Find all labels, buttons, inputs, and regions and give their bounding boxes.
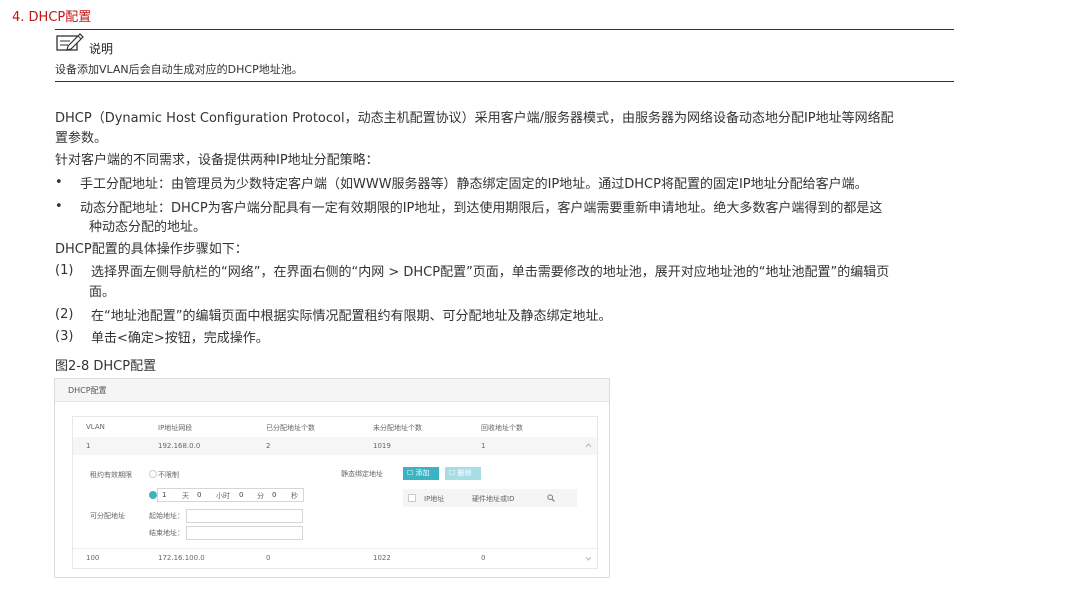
start-address-label: 起始地址： — [149, 512, 184, 520]
row-allocated: 2 — [266, 442, 271, 450]
bullet-2-line-1: 动态分配地址：DHCP为客户端分配具有一定有效期限的IP地址，到达使用期限后，客… — [80, 201, 883, 216]
lease-seconds-value: 0 — [272, 491, 277, 499]
address-pool-table: VLAN IP地址网段 已分配地址个数 未分配地址个数 回收地址个数 1 192… — [72, 416, 598, 569]
table-row[interactable]: 100 172.16.100.0 0 1022 0 — [73, 548, 597, 569]
row-vlan: 1 — [86, 442, 91, 450]
lease-hours-value: 0 — [197, 491, 202, 499]
note-pencil-icon — [56, 33, 84, 51]
row-vlan: 100 — [86, 554, 100, 562]
delete-button-label: 删除 — [457, 469, 472, 477]
steps-intro: DHCP配置的具体操作步骤如下： — [55, 242, 248, 257]
row-recycled: 1 — [481, 442, 486, 450]
bullet-dot: • — [55, 175, 63, 190]
strategies-intro: 针对客户端的不同需求，设备提供两种IP地址分配策略： — [55, 153, 379, 168]
search-icon[interactable] — [547, 494, 555, 502]
add-icon: ☐ — [407, 469, 414, 477]
add-button-label: 添加 — [415, 469, 430, 477]
static-binding-label: 静态绑定地址 — [341, 470, 383, 478]
column-header: IP地址网段 — [158, 424, 193, 432]
chevron-up-icon[interactable] — [585, 443, 592, 448]
end-address-label: 结束地址： — [149, 529, 184, 537]
column-header: VLAN — [86, 423, 105, 431]
lease-days-value: 1 — [162, 491, 167, 499]
section-title: 4. DHCP配置 — [12, 10, 92, 25]
bullet-2-line-2: 种动态分配的地址。 — [89, 220, 207, 235]
minute-unit: 分 — [257, 492, 264, 500]
row-unallocated: 1022 — [373, 554, 391, 562]
note-label: 说明 — [89, 42, 114, 56]
lease-minutes-value: 0 — [239, 491, 244, 499]
intro-line-2: 置参数。 — [55, 131, 108, 146]
bullet-dot: • — [55, 199, 63, 214]
day-unit: 天 — [182, 492, 189, 500]
step-3-number: (3) — [55, 329, 74, 344]
step-1-line-2: 面。 — [89, 285, 116, 300]
unlimited-label: 不限制 — [158, 471, 179, 479]
lease-duration-field[interactable]: 1 天 0 小时 0 分 0 秒 — [157, 488, 304, 502]
panel-title: DHCP配置 — [68, 386, 107, 395]
assignable-label: 可分配地址 — [90, 512, 125, 520]
add-button[interactable]: ☐ 添加 — [403, 467, 439, 480]
dhcp-config-figure: DHCP配置 VLAN IP地址网段 已分配地址个数 未分配地址个数 回收地址个… — [54, 378, 610, 578]
column-header: IP地址 — [424, 495, 445, 503]
panel-header: DHCP配置 — [55, 379, 609, 402]
lease-label: 租约有效期限 — [90, 471, 132, 479]
unlimited-radio[interactable] — [149, 470, 157, 478]
chevron-down-icon[interactable] — [585, 556, 592, 561]
intro-line-1: DHCP（Dynamic Host Configuration Protocol… — [55, 111, 894, 126]
end-address-input[interactable] — [186, 526, 303, 540]
note-text: 设备添加VLAN后会自动生成对应的DHCP地址池。 — [55, 63, 303, 76]
step-1-line-1: 选择界面左侧导航栏的“网络”，在界面右侧的“内网 > DHCP配置”页面，单击需… — [91, 265, 890, 280]
step-2-number: (2) — [55, 307, 74, 322]
duration-radio[interactable] — [149, 491, 157, 499]
column-header: 硬件地址或ID — [472, 495, 515, 503]
column-header: 回收地址个数 — [481, 424, 523, 432]
row-allocated: 0 — [266, 554, 271, 562]
row-unallocated: 1019 — [373, 442, 391, 450]
step-2-text: 在“地址池配置”的编辑页面中根据实际情况配置租约有限期、可分配地址及静态绑定地址… — [91, 309, 612, 324]
row-network: 192.168.0.0 — [158, 442, 201, 450]
column-header: 未分配地址个数 — [373, 424, 422, 432]
note-top-divider — [55, 29, 954, 30]
second-unit: 秒 — [291, 492, 298, 500]
step-1-number: (1) — [55, 263, 74, 278]
step-3-text: 单击<确定>按钮，完成操作。 — [91, 331, 269, 346]
row-recycled: 0 — [481, 554, 486, 562]
row-network: 172.16.100.0 — [158, 554, 205, 562]
delete-button[interactable]: ☐ 删除 — [445, 467, 481, 480]
delete-icon: ☐ — [449, 469, 456, 477]
table-row[interactable]: 1 192.168.0.0 2 1019 1 — [73, 437, 597, 455]
start-address-input[interactable] — [186, 509, 303, 523]
figure-caption: 图2-8 DHCP配置 — [55, 359, 157, 374]
bullet-1-line-1: 手工分配地址：由管理员为少数特定客户端（如WWW服务器等）静态绑定固定的IP地址… — [80, 177, 868, 192]
column-header: 已分配地址个数 — [266, 424, 315, 432]
note-bottom-divider — [55, 81, 954, 82]
static-binding-table-header: IP地址 硬件地址或ID — [403, 489, 577, 507]
hour-unit: 小时 — [216, 492, 230, 500]
select-all-checkbox[interactable] — [408, 494, 416, 502]
